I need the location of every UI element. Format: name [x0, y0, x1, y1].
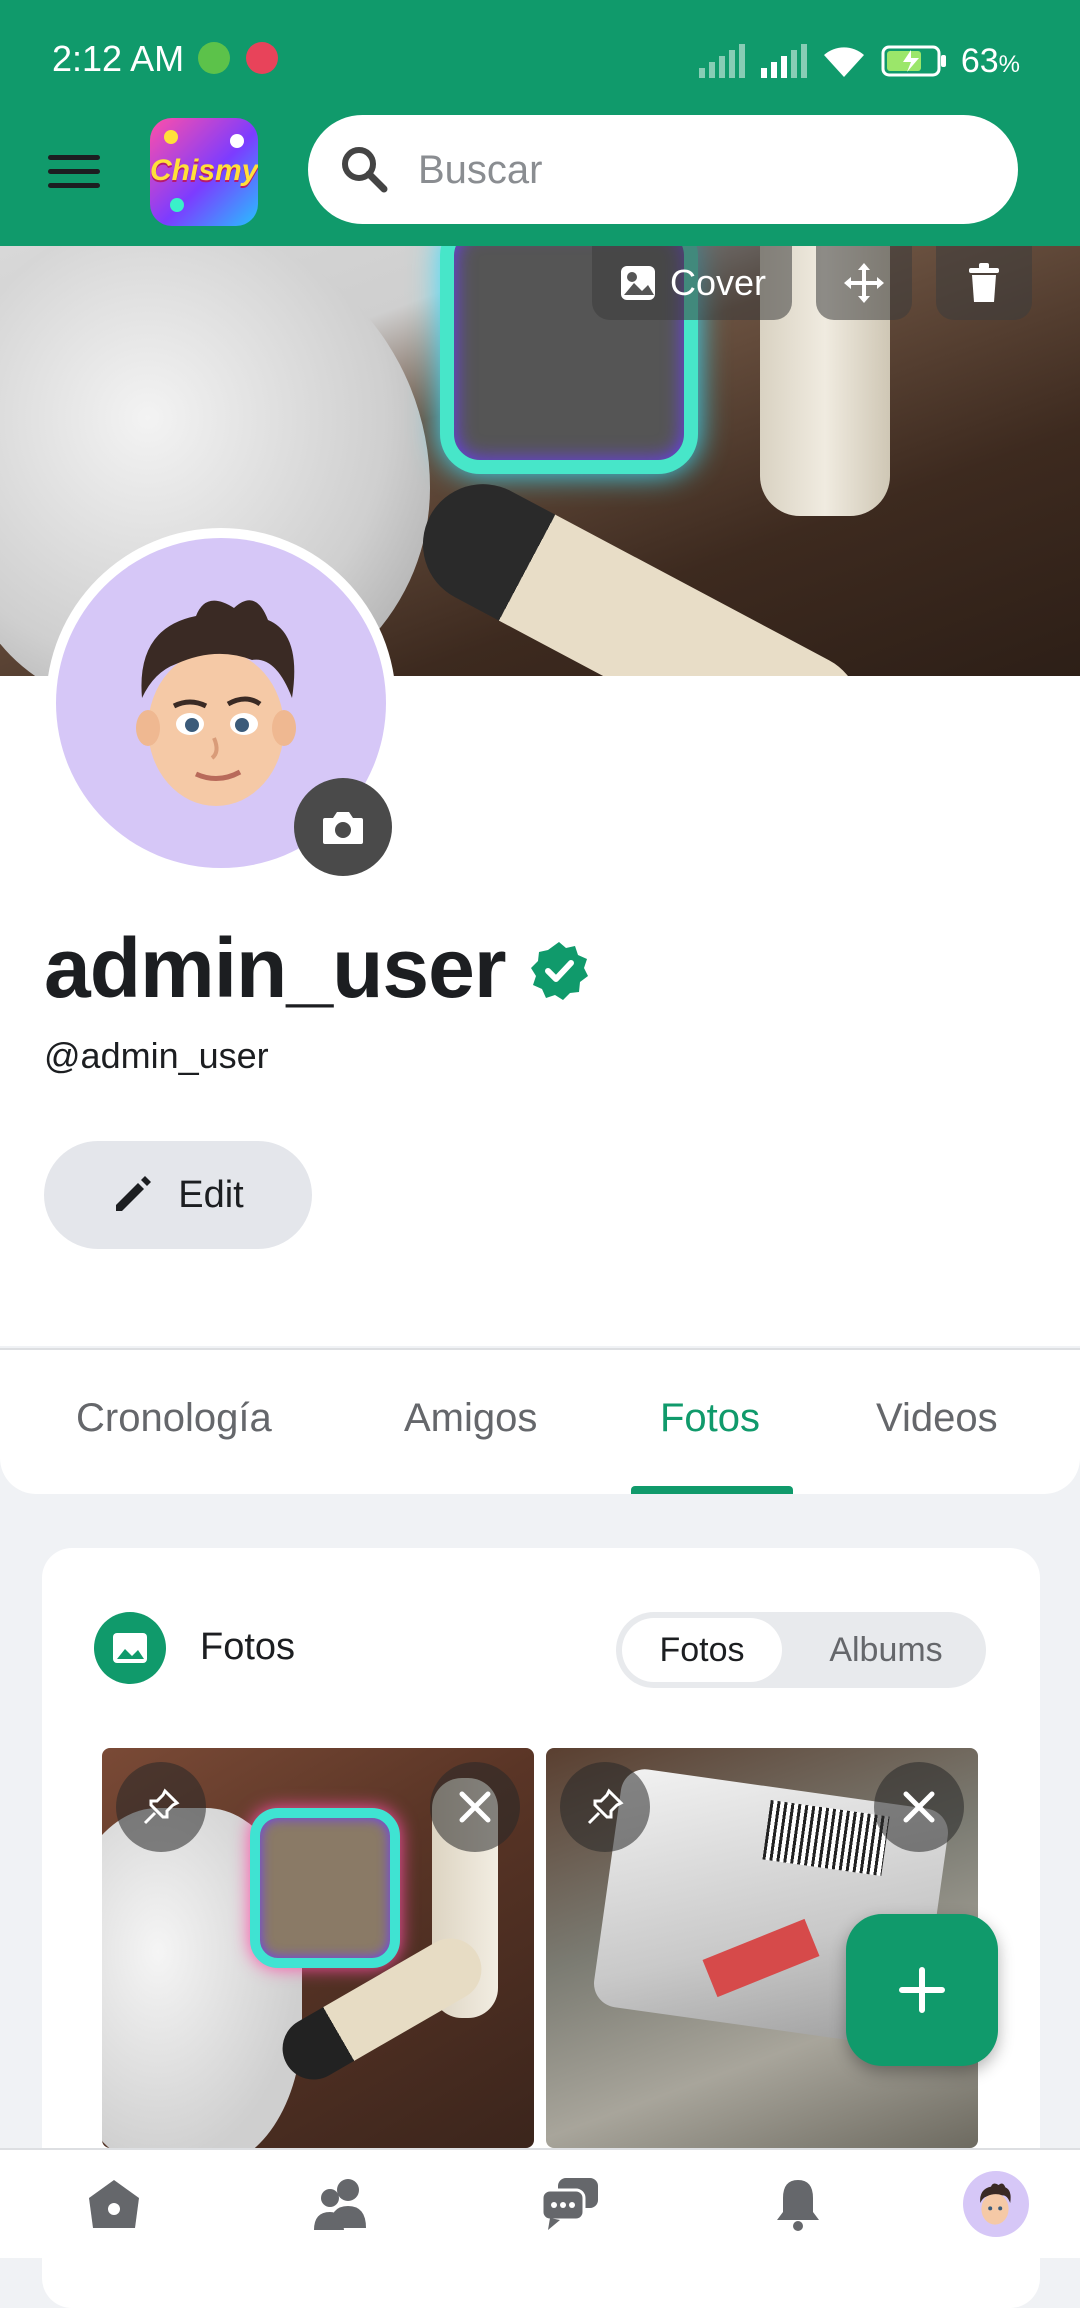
- menu-icon[interactable]: [48, 155, 100, 195]
- change-cover-label: Cover: [669, 262, 767, 303]
- friends-icon: [314, 2179, 366, 2230]
- nav-messages[interactable]: [462, 2150, 678, 2258]
- search-input[interactable]: [416, 115, 980, 226]
- status-time: 2:12 AM: [52, 38, 185, 79]
- nav-friends[interactable]: [234, 2150, 450, 2258]
- battery-icon: [881, 45, 946, 77]
- camera-icon: [323, 812, 363, 844]
- tab-timeline[interactable]: Cronología: [76, 1396, 272, 1441]
- reposition-cover-button[interactable]: [816, 246, 912, 320]
- messages-icon: [540, 2178, 598, 2230]
- search-icon: [342, 147, 388, 193]
- change-avatar-button[interactable]: [294, 778, 392, 876]
- pin-photo-button[interactable]: [560, 1762, 650, 1852]
- active-tab-indicator: [631, 1486, 793, 1494]
- top-bar: 2:12 AM 63% Chismy Buscar: [0, 0, 1080, 246]
- search-bar[interactable]: [308, 115, 1018, 226]
- move-icon: [844, 263, 884, 303]
- image-icon: [620, 266, 655, 300]
- photo-thumbnail[interactable]: [102, 1748, 534, 2148]
- photos-albums-toggle: Fotos Albums: [616, 1612, 986, 1688]
- verified-badge-icon: [531, 942, 588, 1000]
- nav-notifications[interactable]: [690, 2150, 906, 2258]
- close-icon: [459, 1791, 491, 1823]
- app-bar: Chismy: [0, 115, 1080, 246]
- edit-profile-label: Edit: [178, 1173, 244, 1216]
- notification-gift-icon: [246, 42, 278, 74]
- nav-profile-avatar: [963, 2171, 1029, 2237]
- pencil-icon: [116, 1176, 152, 1211]
- close-icon: [903, 1791, 935, 1823]
- status-indicators: 63%: [697, 36, 1020, 86]
- edit-profile-button[interactable]: Edit: [44, 1141, 312, 1249]
- pin-photo-button[interactable]: [116, 1762, 206, 1852]
- toggle-photos-button[interactable]: Fotos: [622, 1618, 782, 1682]
- app-logo[interactable]: Chismy: [150, 118, 258, 226]
- app-logo-text: Chismy: [150, 154, 258, 187]
- home-icon: [89, 2180, 139, 2228]
- profile-handle: @admin_user: [44, 1035, 269, 1076]
- notifications-icon: [777, 2180, 819, 2231]
- photos-icon: [94, 1612, 166, 1684]
- toggle-albums-button[interactable]: Albums: [796, 1618, 976, 1682]
- remove-photo-button[interactable]: [874, 1762, 964, 1852]
- photos-card-title: Fotos: [200, 1626, 296, 1668]
- remove-photo-button[interactable]: [430, 1762, 520, 1852]
- bottom-navigation: [0, 2148, 1080, 2258]
- photo-speaker: [250, 1808, 400, 1968]
- signal-icon: [698, 44, 745, 78]
- tab-photos[interactable]: Fotos: [660, 1396, 760, 1441]
- delete-cover-button[interactable]: [936, 246, 1032, 320]
- notification-app-icon: [198, 42, 230, 74]
- wifi-icon: [823, 47, 864, 77]
- add-photo-button[interactable]: [846, 1914, 998, 2066]
- nav-home[interactable]: [6, 2150, 222, 2258]
- signal-icon: [760, 44, 807, 78]
- profile-name: admin_user: [44, 921, 507, 1015]
- battery-percent: 63%: [960, 41, 1020, 80]
- tab-videos[interactable]: Videos: [876, 1396, 998, 1441]
- pin-icon: [143, 1788, 180, 1825]
- plus-icon: [899, 1967, 945, 2013]
- tab-friends[interactable]: Amigos: [404, 1396, 537, 1441]
- profile-tabs: Cronología Amigos Fotos Videos: [0, 1348, 1080, 1494]
- nav-profile[interactable]: [888, 2150, 1080, 2258]
- change-cover-button[interactable]: Cover: [592, 246, 792, 320]
- pin-icon: [587, 1788, 624, 1825]
- status-bar: 2:12 AM 63%: [0, 0, 1080, 115]
- trash-icon: [969, 263, 999, 302]
